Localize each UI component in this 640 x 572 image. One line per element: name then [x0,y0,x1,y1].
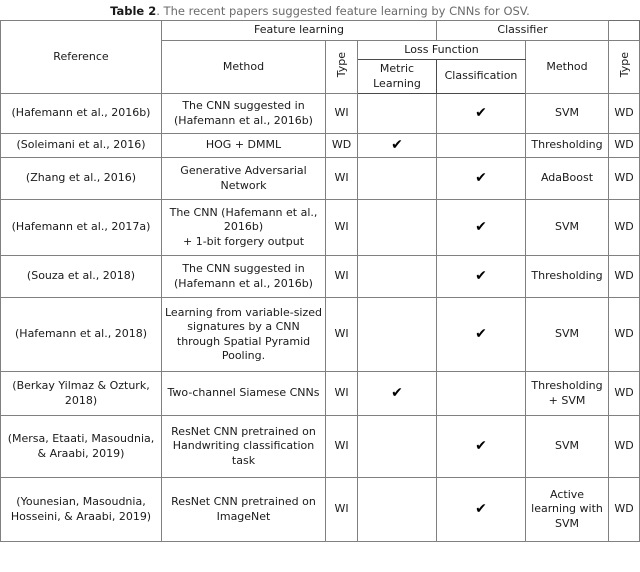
cell-fl-type: WI [325,371,358,416]
cell-classification: ✔ [436,255,527,298]
cell-fl-method: HOG + DMML [161,133,326,158]
header-loss-function: Loss Function [356,39,527,60]
cell-fl-type: WI [325,199,358,256]
table-row: (Mersa, Etaati, Masoudnia, & Araabi, 201… [0,415,640,478]
cell-cl-method: Active learning with SVM [525,477,610,542]
cell-cl-type: WD [608,93,640,134]
header-fl-type: Type [325,39,358,94]
cell-fl-type: WI [325,477,358,542]
table-row: (Hafemann et al., 2018) Learning from var… [0,297,640,372]
cell-cl-method: Thresholding + SVM [525,371,610,416]
table-row: (Souza et al., 2018) The CNN suggested in… [0,255,640,298]
cell-fl-method: The CNN suggested in (Hafemann et al., 2… [161,93,326,134]
cell-reference: (Hafemann et al., 2016b) [0,93,162,134]
cell-fl-method: Generative Adversarial Network [161,157,326,200]
cell-classification: ✔ [436,297,527,372]
cell-cl-type: WD [608,199,640,256]
table-body: (Hafemann et al., 2016b) The CNN suggeste… [0,93,640,542]
cell-metric-learning [356,157,438,200]
cell-fl-type: WI [325,415,358,478]
header-fl-method: Method [161,39,326,94]
cell-fl-type: WI [325,93,358,134]
header-fl-type-label: Type [335,51,348,78]
cell-cl-method: Thresholding [525,255,610,298]
cell-cl-method: SVM [525,93,610,134]
cell-metric-learning [356,199,438,256]
cell-classification [436,371,527,416]
cell-cl-type: WD [608,133,640,158]
header-classifier: Classifier [436,20,610,41]
cell-cl-type: WD [608,157,640,200]
header-feature-learning: Feature learning [160,20,438,41]
cell-cl-method: SVM [525,199,610,256]
header-row-groups: Reference Feature learning Classifier [0,20,640,94]
header-cl-type-label: Type [617,51,631,78]
cell-cl-type: WD [608,371,640,416]
cell-metric-learning [356,255,438,298]
cell-metric-learning [356,297,438,372]
cell-reference: (Mersa, Etaati, Masoudnia, & Araabi, 201… [0,415,162,478]
cell-cl-method: SVM [525,297,610,372]
cell-cl-type: WD [608,415,640,478]
cell-cl-type: WD [608,255,640,298]
cell-fl-method: The CNN suggested in (Hafemann et al., 2… [161,255,326,298]
cell-reference: (Zhang et al., 2016) [0,157,162,200]
cell-metric-learning: ✔ [356,371,438,416]
table-caption: Table 2. The recent papers suggested fea… [0,0,640,20]
cell-metric-learning [356,93,438,134]
header-reference: Reference [0,20,162,94]
cell-reference: (Hafemann et al., 2018) [0,297,162,372]
cell-classification: ✔ [436,199,527,256]
cell-reference: (Berkay Yilmaz & Ozturk, 2018) [0,371,162,416]
header-cl-method: Method [525,39,610,94]
cell-fl-type: WI [325,297,358,372]
cell-metric-learning [356,415,438,478]
cell-reference: (Soleimani et al., 2016) [0,133,162,158]
cell-classification [436,133,527,158]
table-head: Reference Feature learning Classifier Me… [0,20,640,94]
header-cl-type: Type [608,39,640,94]
cell-metric-learning [356,477,438,542]
cell-cl-method: Thresholding [525,133,610,158]
table-row: (Soleimani et al., 2016) HOG + DMML WD ✔ Thr… [0,133,640,158]
table-row: (Hafemann et al., 2016b) The CNN suggeste… [0,93,640,134]
cell-reference: (Younesian, Masoudnia, Hosseini, & Araab… [0,477,162,542]
cell-cl-type: WD [608,477,640,542]
cell-fl-method: ResNet CNN pretrained on Handwriting cla… [161,415,326,478]
cell-fl-type: WD [325,133,358,158]
cell-fl-type: WI [325,255,358,298]
cell-cl-type: WD [608,297,640,372]
caption-text: . The recent papers suggested feature le… [156,4,530,18]
cell-fl-method: Two-channel Siamese CNNs [161,371,326,416]
cell-cl-method: SVM [525,415,610,478]
cell-fl-type: WI [325,157,358,200]
table-row: (Berkay Yilmaz & Ozturk, 2018) Two-channe… [0,371,640,416]
cell-classification: ✔ [436,415,527,478]
table-page: Table 2. The recent papers suggested fea… [0,0,640,572]
cell-classification: ✔ [436,157,527,200]
cell-fl-method: Learning from variable-sized signatures … [161,297,326,372]
header-classification: Classification [436,59,527,94]
table-row: (Hafemann et al., 2017a) The CNN (Hafeman… [0,199,640,256]
header-metric-learning: Metric Learning [356,59,438,94]
cell-fl-method: ResNet CNN pretrained on ImageNet [161,477,326,542]
cell-metric-learning: ✔ [356,133,438,158]
papers-table: Reference Feature learning Classifier Me… [0,20,640,542]
cell-classification: ✔ [436,477,527,542]
cell-reference: (Souza et al., 2018) [0,255,162,298]
table-row: (Zhang et al., 2016) Generative Adversari… [0,157,640,200]
cell-classification: ✔ [436,93,527,134]
cell-reference: (Hafemann et al., 2017a) [0,199,162,256]
table-row: (Younesian, Masoudnia, Hosseini, & Araab… [0,477,640,542]
cell-cl-method: AdaBoost [525,157,610,200]
cell-fl-method: The CNN (Hafemann et al., 2016b) + 1-bit … [161,199,326,256]
caption-label: Table 2 [110,4,157,18]
